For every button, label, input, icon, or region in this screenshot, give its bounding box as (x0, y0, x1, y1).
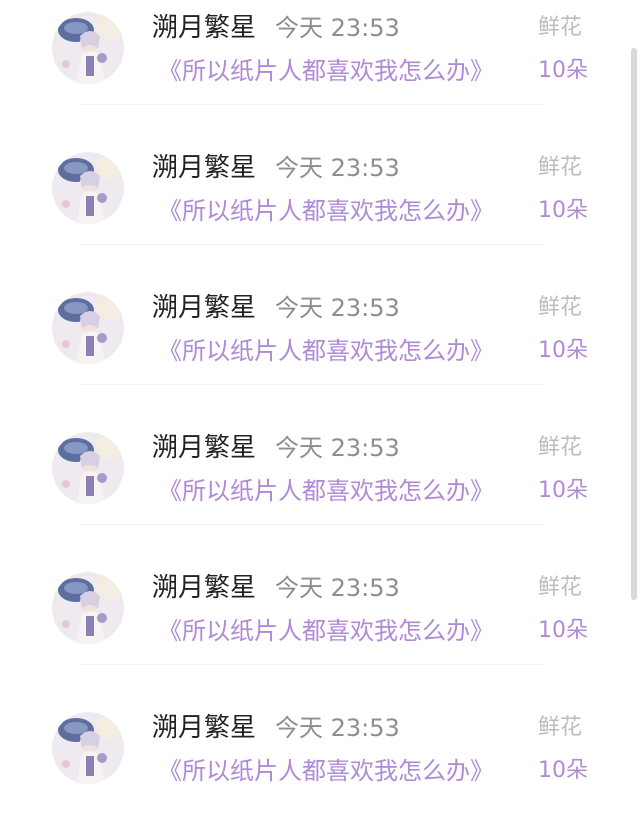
avatar[interactable] (52, 152, 124, 224)
gift-count: 10朵 (538, 198, 588, 223)
timestamp: 今天 23:53 (275, 14, 400, 42)
divider (80, 244, 544, 245)
gift-count: 10朵 (538, 338, 588, 363)
list-item[interactable]: 溯月繁星 今天 23:53 《所以纸片人都喜欢我怎么办》 鲜花 10朵 (0, 420, 640, 560)
avatar[interactable] (52, 292, 124, 364)
user-name[interactable]: 溯月繁星 (152, 710, 256, 746)
divider (80, 104, 544, 105)
list-item[interactable]: 溯月繁星 今天 23:53 《所以纸片人都喜欢我怎么办》 鲜花 10朵 (0, 700, 640, 840)
divider (80, 664, 544, 665)
avatar[interactable] (52, 572, 124, 644)
timestamp: 今天 23:53 (275, 574, 400, 602)
avatar[interactable] (52, 432, 124, 504)
gift-type: 鲜花 (538, 575, 583, 600)
list-item[interactable]: 溯月繁星 今天 23:53 《所以纸片人都喜欢我怎么办》 鲜花 10朵 (0, 560, 640, 700)
timestamp: 今天 23:53 (275, 154, 400, 182)
user-name[interactable]: 溯月繁星 (152, 430, 256, 466)
list-item[interactable]: 溯月繁星 今天 23:53 《所以纸片人都喜欢我怎么办》 鲜花 10朵 (0, 140, 640, 280)
user-name[interactable]: 溯月繁星 (152, 570, 256, 606)
scrollbar[interactable] (631, 48, 637, 600)
timestamp: 今天 23:53 (275, 714, 400, 742)
gift-type: 鲜花 (538, 435, 583, 460)
list-item[interactable]: 溯月繁星 今天 23:53 《所以纸片人都喜欢我怎么办》 鲜花 10朵 (0, 0, 640, 140)
divider (80, 524, 544, 525)
avatar[interactable] (52, 12, 124, 84)
gift-count: 10朵 (538, 478, 588, 503)
gift-count: 10朵 (538, 758, 588, 783)
gift-type: 鲜花 (538, 715, 583, 740)
gift-type: 鲜花 (538, 295, 583, 320)
user-name[interactable]: 溯月繁星 (152, 290, 256, 326)
book-title-link[interactable]: 《所以纸片人都喜欢我怎么办》 (158, 195, 494, 227)
gift-record-list: 溯月繁星 今天 23:53 《所以纸片人都喜欢我怎么办》 鲜花 10朵 溯月繁星… (0, 0, 640, 840)
gift-type: 鲜花 (538, 15, 583, 40)
book-title-link[interactable]: 《所以纸片人都喜欢我怎么办》 (158, 475, 494, 507)
user-name[interactable]: 溯月繁星 (152, 150, 256, 186)
avatar[interactable] (52, 712, 124, 784)
gift-type: 鲜花 (538, 155, 583, 180)
gift-count: 10朵 (538, 58, 588, 83)
timestamp: 今天 23:53 (275, 294, 400, 322)
list-item[interactable]: 溯月繁星 今天 23:53 《所以纸片人都喜欢我怎么办》 鲜花 10朵 (0, 280, 640, 420)
user-name[interactable]: 溯月繁星 (152, 10, 256, 46)
book-title-link[interactable]: 《所以纸片人都喜欢我怎么办》 (158, 755, 494, 787)
book-title-link[interactable]: 《所以纸片人都喜欢我怎么办》 (158, 335, 494, 367)
gift-count: 10朵 (538, 618, 588, 643)
book-title-link[interactable]: 《所以纸片人都喜欢我怎么办》 (158, 615, 494, 647)
book-title-link[interactable]: 《所以纸片人都喜欢我怎么办》 (158, 55, 494, 87)
timestamp: 今天 23:53 (275, 434, 400, 462)
divider (80, 384, 544, 385)
